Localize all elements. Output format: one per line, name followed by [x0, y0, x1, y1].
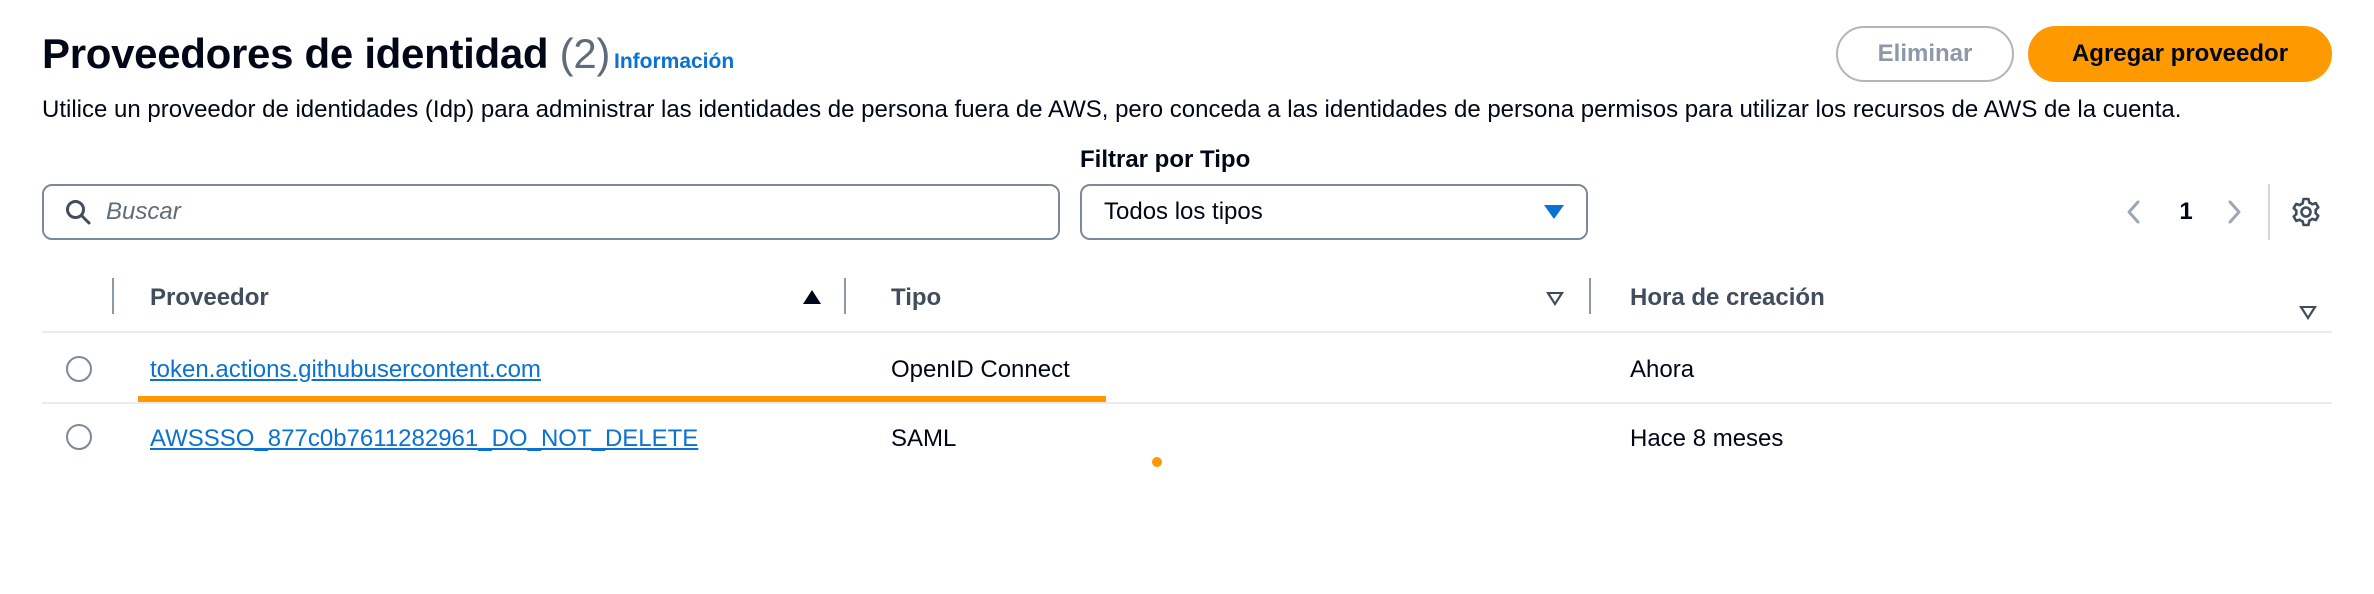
chevron-right-icon[interactable]	[2222, 196, 2246, 228]
current-page[interactable]: 1	[2176, 198, 2196, 226]
provider-created: Ahora	[1630, 356, 1695, 383]
page-title: Proveedores de identidad (2)	[42, 30, 610, 78]
provider-link[interactable]: AWSSSO_877c0b7611282961_DO_NOT_DELETE	[150, 425, 698, 453]
info-link[interactable]: Información	[614, 50, 734, 74]
type-filter-value: Todos los tipos	[1104, 198, 1263, 225]
search-icon	[64, 198, 92, 226]
gear-icon[interactable]	[2290, 196, 2322, 228]
column-divider[interactable]	[1589, 278, 1591, 314]
row-select-radio[interactable]	[66, 424, 92, 450]
table-row-divider	[42, 402, 2332, 404]
provider-type: OpenID Connect	[891, 356, 1070, 383]
row-select-radio[interactable]	[66, 356, 92, 382]
sort-icon[interactable]	[1546, 292, 1564, 306]
pager-divider	[2268, 184, 2270, 240]
search-field[interactable]	[42, 184, 1060, 240]
provider-link[interactable]: token.actions.githubusercontent.com	[150, 356, 541, 384]
search-input[interactable]	[106, 192, 1006, 232]
column-divider	[112, 278, 114, 314]
cursor-dot	[1152, 457, 1162, 467]
delete-button[interactable]: Eliminar	[1836, 26, 2014, 82]
type-filter-select[interactable]: Todos los tipos	[1080, 184, 1588, 240]
page-description: Utilice un proveedor de identidades (Idp…	[42, 96, 2182, 123]
add-provider-button[interactable]: Agregar proveedor	[2028, 26, 2332, 82]
column-header-created[interactable]: Hora de creación	[1630, 284, 1825, 312]
provider-created: Hace 8 meses	[1630, 425, 1784, 452]
type-filter-label: Filtrar por Tipo	[1080, 146, 1251, 173]
sort-icon[interactable]	[2299, 306, 2317, 320]
sort-ascending-icon[interactable]	[803, 290, 821, 304]
page-title-text: Proveedores de identidad	[42, 30, 549, 77]
table-header-divider	[42, 331, 2332, 333]
column-divider[interactable]	[844, 278, 846, 314]
caret-down-icon	[1544, 205, 1564, 219]
provider-type: SAML	[891, 425, 957, 452]
chevron-left-icon[interactable]	[2122, 196, 2146, 228]
column-header-type[interactable]: Tipo	[891, 284, 941, 312]
provider-count: (2)	[559, 30, 611, 77]
column-header-provider[interactable]: Proveedor	[150, 284, 269, 312]
